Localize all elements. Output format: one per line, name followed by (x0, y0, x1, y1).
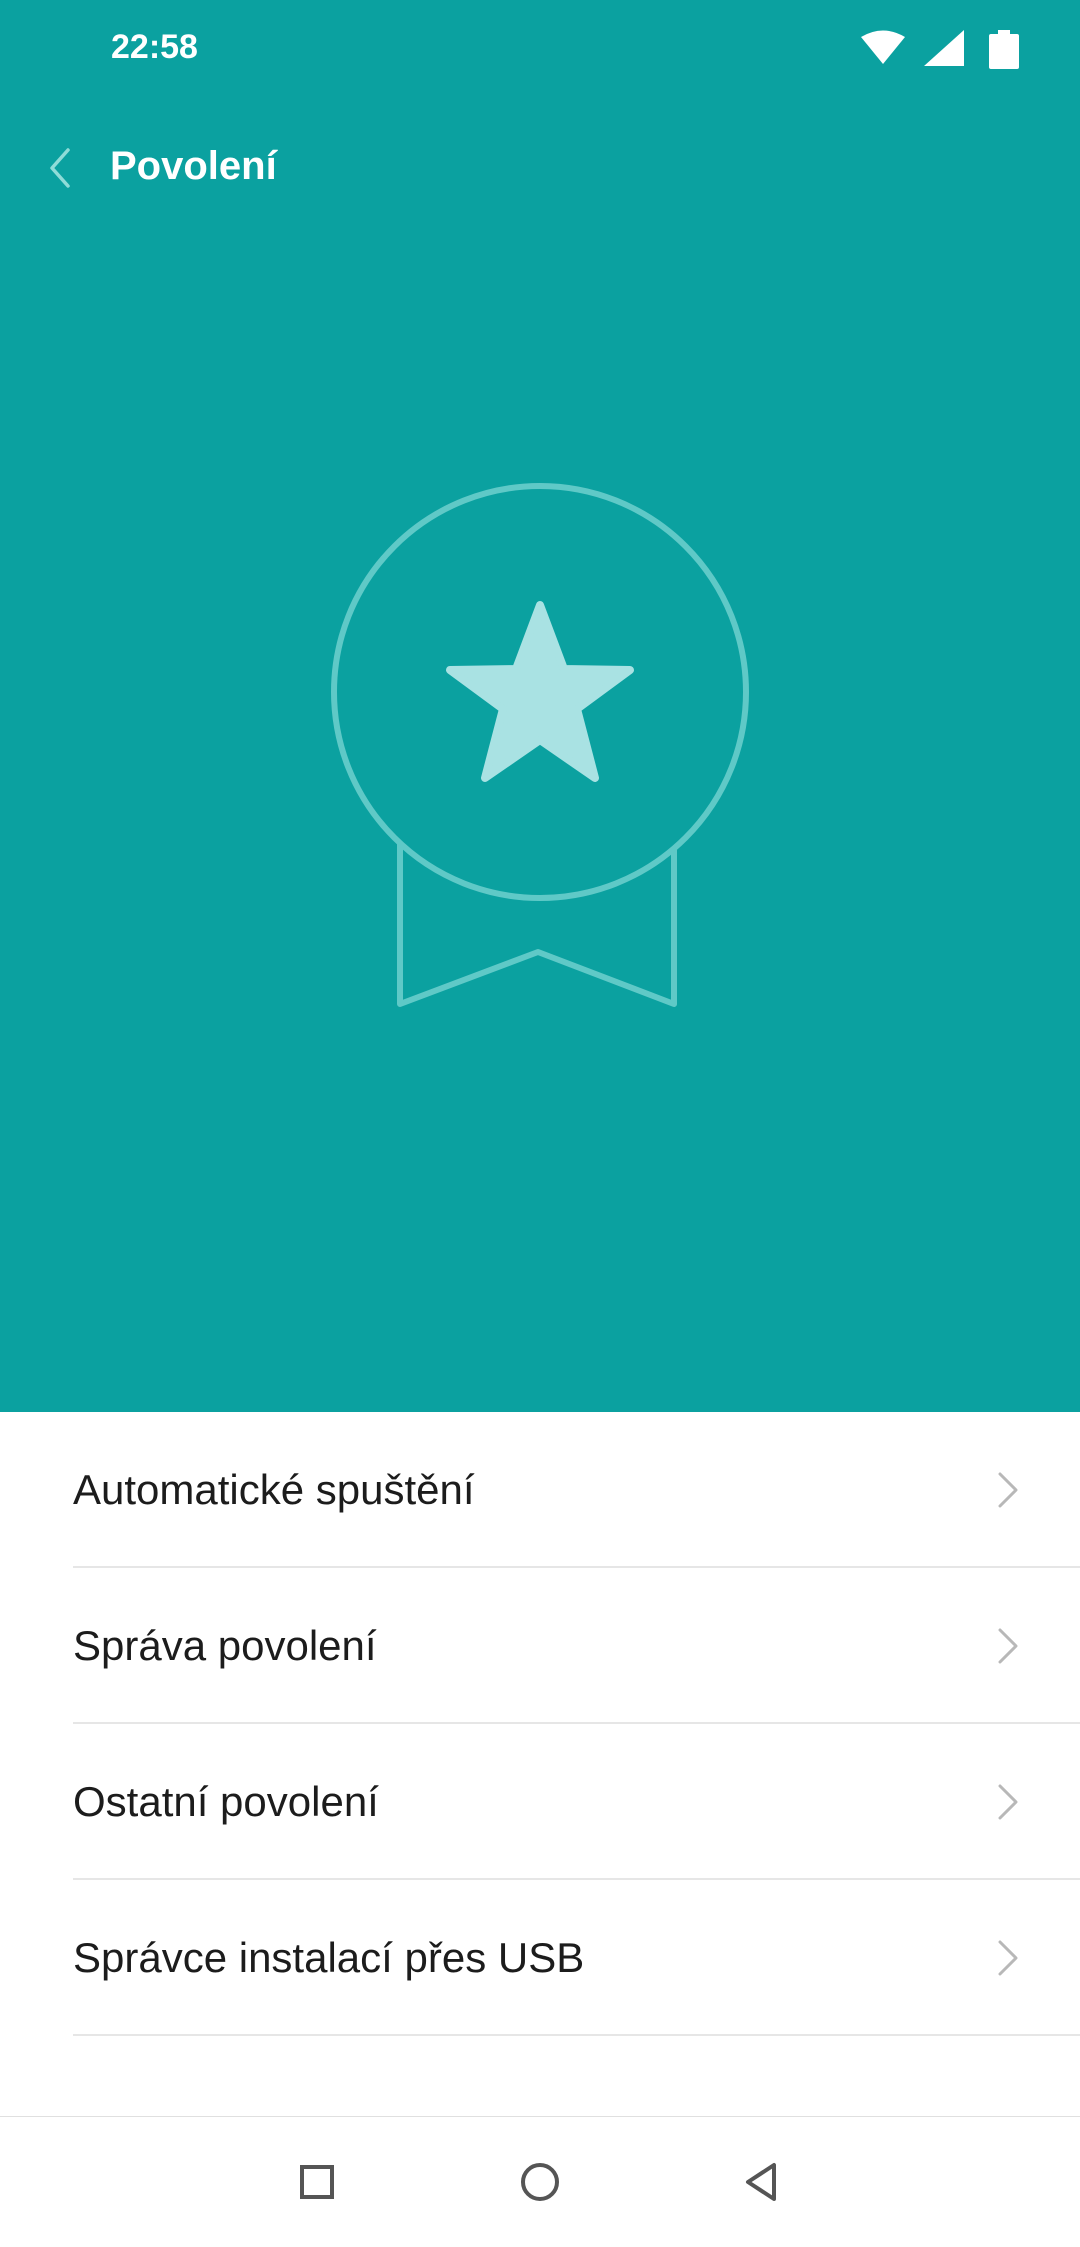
chevron-left-icon (50, 148, 70, 188)
back-button[interactable] (20, 128, 100, 208)
list-item-usb-install-manager[interactable]: Správce instalací přes USB (0, 1880, 1080, 2036)
app-bar: Povolení (0, 118, 1080, 218)
list-item-label: Automatické spuštění (73, 1466, 475, 1513)
header-area: 22:58 Povolení (0, 0, 1080, 1412)
home-button[interactable] (500, 2142, 580, 2222)
list-item-label: Správa povolení (73, 1622, 377, 1669)
list-item-label: Správce instalací přes USB (73, 1934, 585, 1981)
back-nav-button[interactable] (722, 2142, 802, 2222)
status-time: 22:58 (111, 28, 198, 66)
chevron-right-icon (998, 1940, 1018, 1976)
signal-icon (924, 30, 964, 66)
battery-icon (989, 30, 1019, 69)
award-badge-star-icon (331, 483, 749, 1007)
recent-apps-button[interactable] (277, 2142, 357, 2222)
wifi-icon (861, 30, 905, 64)
page-title: Povolení (110, 144, 277, 188)
status-bar: 22:58 (0, 0, 1080, 100)
navigation-bar (0, 2116, 1080, 2247)
list-item-label: Ostatní povolení (73, 1778, 379, 1825)
chevron-right-icon (998, 1784, 1018, 1820)
settings-list: Automatické spuštění Správa povolení Ost… (0, 1412, 1080, 2036)
back-icon (746, 2163, 776, 2201)
recent-apps-icon (300, 2165, 334, 2199)
list-item-other-permissions[interactable]: Ostatní povolení (0, 1724, 1080, 1880)
home-icon (521, 2163, 559, 2201)
divider (73, 2034, 1080, 2036)
chevron-right-icon (998, 1472, 1018, 1508)
list-item-permission-management[interactable]: Správa povolení (0, 1568, 1080, 1724)
list-item-automatic-start[interactable]: Automatické spuštění (0, 1412, 1080, 1568)
chevron-right-icon (998, 1628, 1018, 1664)
